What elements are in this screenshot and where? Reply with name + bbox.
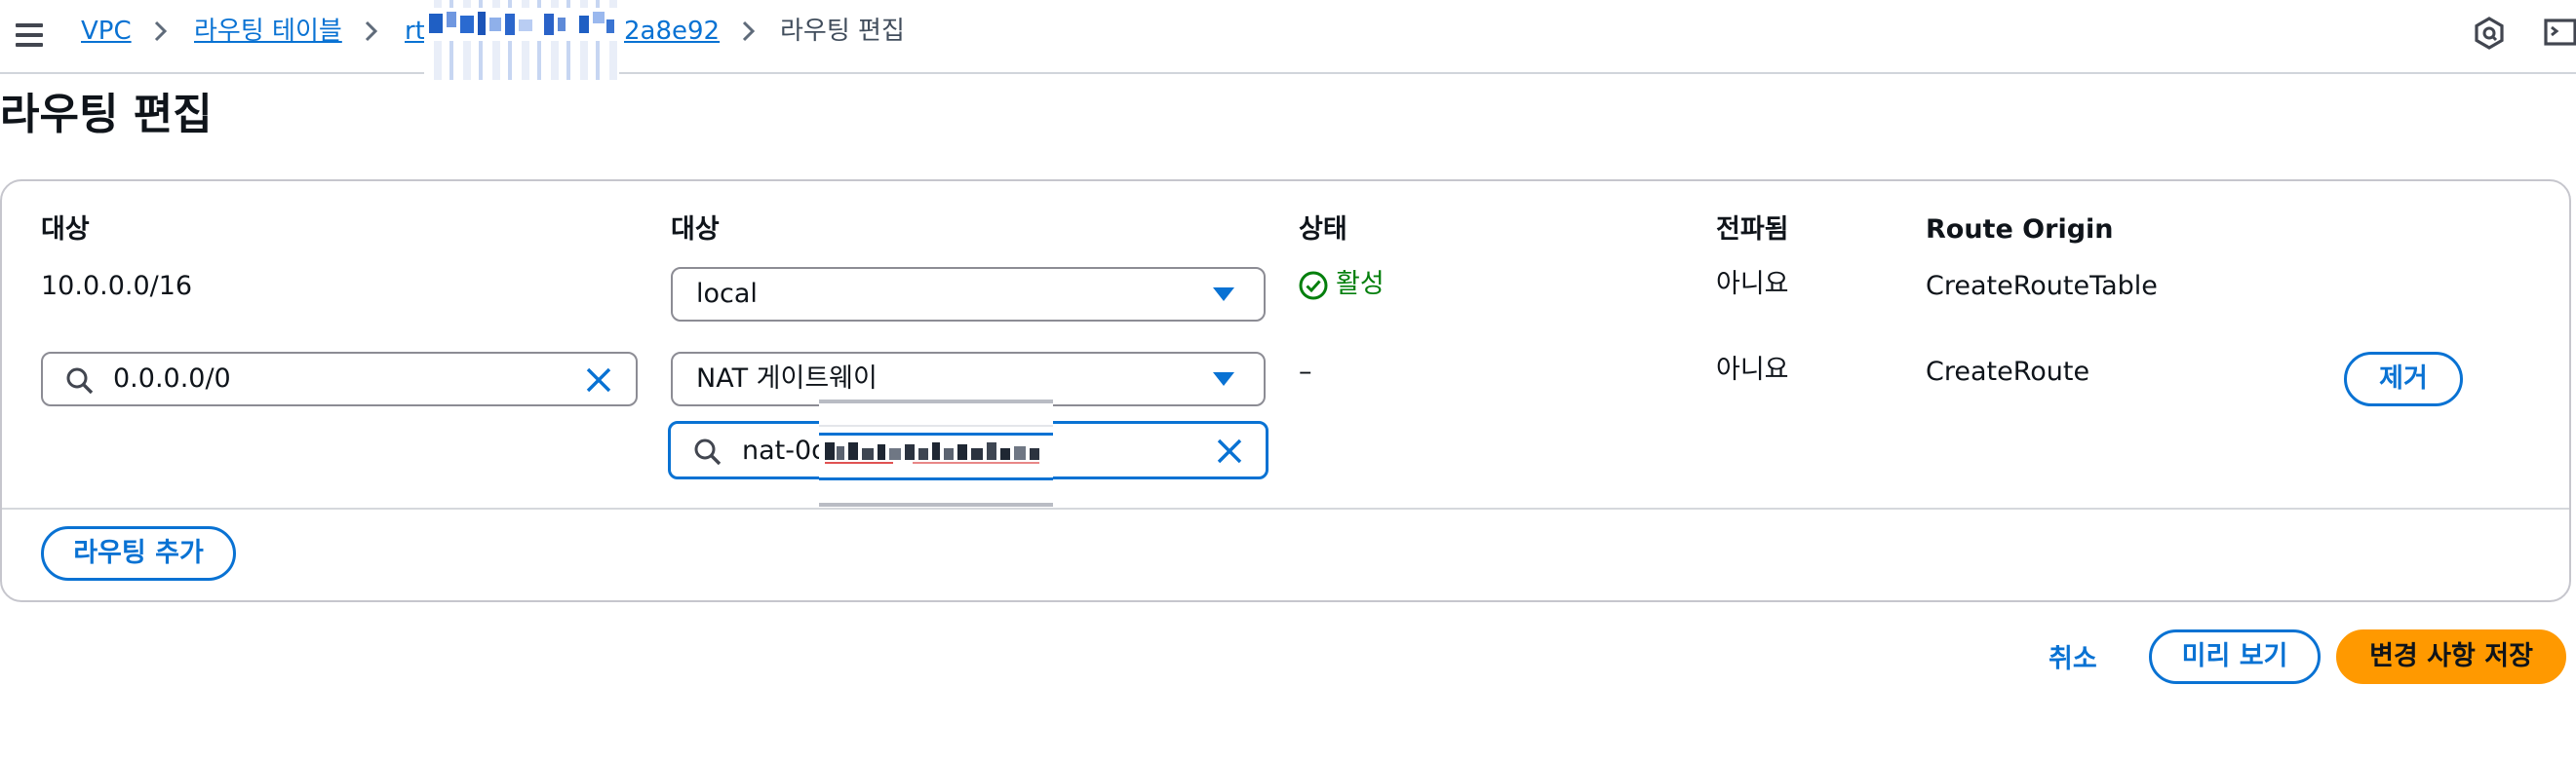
header-destination: 대상 [41,214,90,245]
add-route-button[interactable]: 라우팅 추가 [41,526,236,581]
status-none: – [1299,357,1312,387]
chevron-right-icon [742,20,756,42]
caret-down-icon [1213,287,1234,301]
top-navigation: VPC 라우팅 테이블 rt 2a8e92 라우팅 편집 [0,0,2576,80]
clear-icon[interactable] [1214,436,1245,467]
header-target: 대상 [671,214,720,245]
redacted-nat-gateway-id [819,400,1053,507]
preview-button[interactable]: 미리 보기 [2149,629,2321,684]
route-propagated: 아니요 [1716,355,1789,385]
destination-input[interactable]: 0.0.0.0/0 [41,352,638,406]
route-origin: CreateRoute [1926,357,2090,387]
menu-icon[interactable] [12,18,47,53]
divider [2,508,2569,510]
header-route-origin: Route Origin [1926,214,2114,245]
breadcrumb-route-table-id-suffix[interactable]: 2a8e92 [624,14,720,49]
breadcrumb-route-table-id-prefix[interactable]: rt [405,14,425,49]
save-changes-button[interactable]: 변경 사항 저장 [2336,629,2566,684]
redaction-pixels [425,8,620,41]
nat-gateway-search-value: nat-0d [742,436,829,466]
notification-icon[interactable] [2472,16,2507,51]
caret-down-icon [1213,372,1234,386]
clear-icon[interactable] [583,364,614,396]
route-destination: 10.0.0.0/16 [41,271,193,301]
status-active: 활성 [1336,269,1385,299]
destination-input-value: 0.0.0.0/0 [113,363,231,394]
route-propagated: 아니요 [1716,269,1789,299]
page-title: 라우팅 편집 [0,90,213,139]
cancel-button[interactable]: 취소 [2049,637,2097,675]
breadcrumb-route-tables[interactable]: 라우팅 테이블 [194,14,342,49]
target-type-select[interactable]: NAT 게이트웨이 [671,352,1266,406]
target-type-value: NAT 게이트웨이 [696,363,878,394]
check-circle-icon [1299,271,1328,300]
remove-route-button[interactable]: 제거 [2344,352,2463,406]
cloudshell-icon[interactable] [2543,16,2576,51]
search-icon [66,367,94,395]
route-origin: CreateRouteTable [1926,271,2158,301]
breadcrumb-current: 라우팅 편집 [780,17,905,46]
header-propagated: 전파됨 [1716,214,1789,245]
header-status: 상태 [1299,214,1347,245]
breadcrumb-vpc[interactable]: VPC [81,14,132,49]
chevron-right-icon [365,20,378,42]
target-select[interactable]: local [671,267,1266,322]
target-select-value: local [696,279,758,309]
search-icon [694,438,722,466]
chevron-right-icon [154,20,168,42]
